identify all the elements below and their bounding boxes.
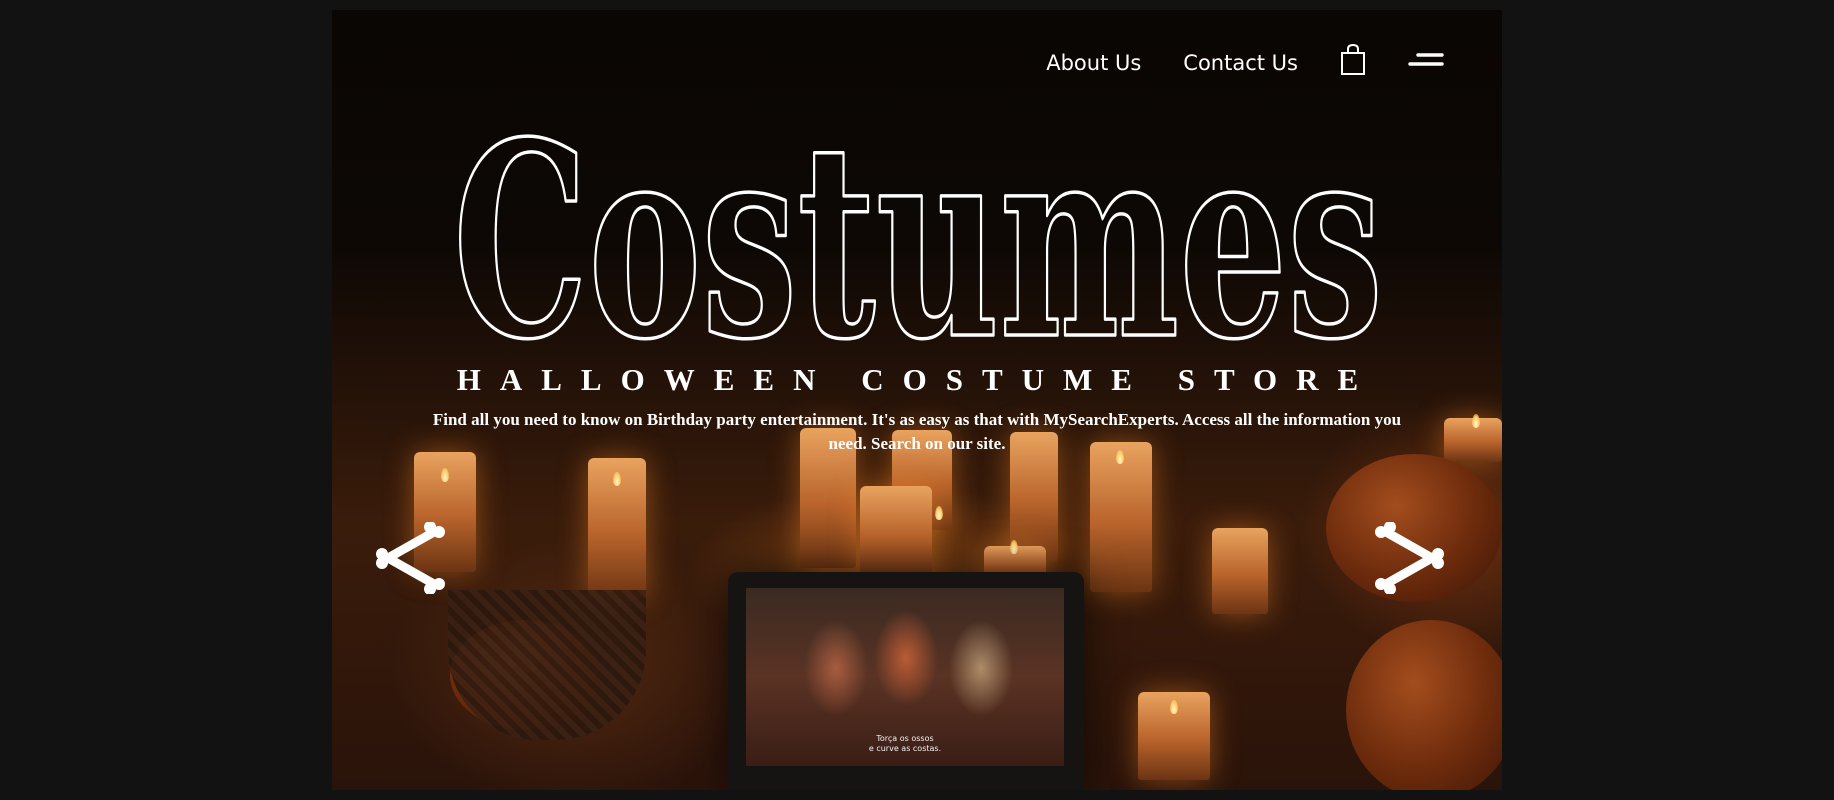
hamburger-menu-icon[interactable] — [1408, 51, 1444, 74]
top-nav: About Us Contact Us — [1046, 43, 1444, 81]
laptop: Torça os ossos e curve as costas. — [728, 572, 1084, 790]
nav-about-us[interactable]: About Us — [1046, 51, 1141, 75]
laptop-screen: Torça os ossos e curve as costas. — [746, 588, 1064, 766]
costumes-logo-title: Costumes — [451, 125, 1385, 353]
candle-flame — [613, 472, 621, 486]
logo-title-text: Costumes — [453, 125, 1383, 353]
tagline: HALLOWEEN COSTUME STORE — [456, 362, 1378, 397]
candle-flame — [1170, 700, 1178, 714]
candle — [1090, 442, 1152, 592]
candle-flame — [1010, 540, 1018, 554]
candle-flame — [935, 506, 943, 520]
candle-flame — [441, 468, 449, 482]
candle — [860, 486, 932, 578]
bone-arrow-right-icon[interactable] — [1374, 522, 1444, 594]
candle-flame — [1472, 414, 1480, 428]
pumpkin — [1346, 620, 1502, 790]
basket — [448, 590, 646, 740]
hero-description: Find all you need to know on Birthday pa… — [432, 410, 1402, 453]
hero-banner: Torça os ossos e curve as costas. About … — [332, 10, 1502, 790]
shopping-bag-icon[interactable] — [1340, 43, 1366, 81]
bone-arrow-left-icon[interactable] — [376, 522, 446, 594]
candle — [1212, 528, 1268, 614]
video-subtitle: Torça os ossos e curve as costas. — [868, 734, 942, 753]
nav-contact-us[interactable]: Contact Us — [1183, 51, 1298, 75]
